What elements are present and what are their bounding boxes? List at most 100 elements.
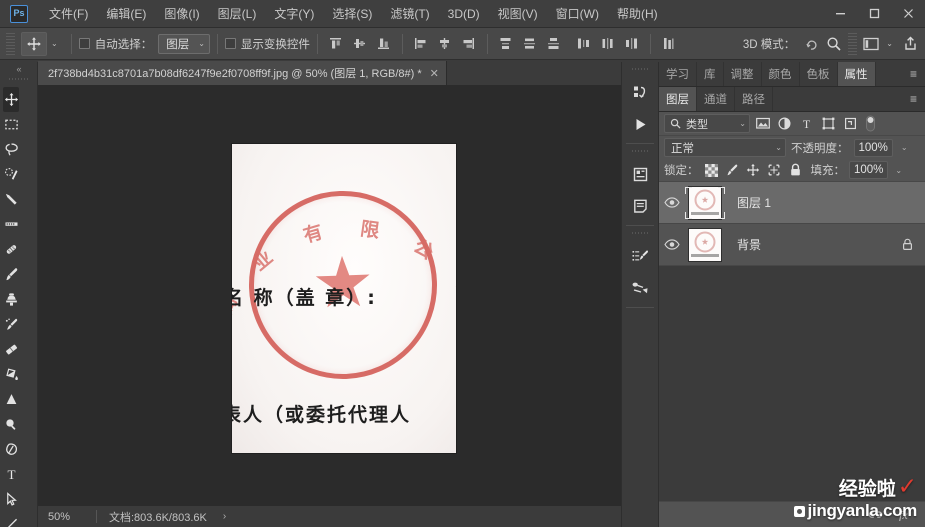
artboard[interactable]: 商 业 有 限 公 司 名 称（盖 章）: 表人（或委托代理人	[232, 144, 456, 453]
blur-tool-button[interactable]	[3, 387, 19, 412]
lock-image-pixels-button[interactable]	[724, 162, 741, 179]
libraries-panel-button[interactable]	[622, 158, 658, 190]
tab-layers[interactable]: 图层	[659, 87, 697, 111]
tool-preset-caret[interactable]: ⌄	[51, 39, 58, 48]
close-icon[interactable]: ✕	[430, 67, 439, 80]
layer-name-2[interactable]: 背景	[737, 236, 902, 253]
distribute-bottom-edges-button[interactable]	[543, 33, 565, 55]
auto-select-checkbox[interactable]	[78, 38, 90, 49]
crop-tool-button[interactable]	[3, 187, 19, 212]
layer-row-1[interactable]: 图层 1	[659, 182, 925, 224]
zoom-level-field[interactable]: 50%	[38, 511, 96, 523]
history-panel-button[interactable]	[622, 76, 658, 108]
document-tab[interactable]: 2f738bd4b31c8701a7b08df6247f9e2f0708ff9f…	[38, 61, 447, 85]
auto-select-target-dropdown[interactable]: 图层 ⌄	[158, 33, 210, 54]
tab-properties[interactable]: 属性	[837, 62, 876, 86]
path-selection-tool-button[interactable]	[3, 487, 19, 512]
filter-shape-button[interactable]	[819, 114, 838, 133]
clone-stamp-tool-button[interactable]	[3, 287, 19, 312]
tab-channels[interactable]: 通道	[697, 87, 735, 111]
align-vertical-centers-button[interactable]	[349, 33, 371, 55]
menu-filter[interactable]: 滤镜(T)	[381, 1, 438, 26]
canvas-area[interactable]: 商 业 有 限 公 司 名 称（盖 章）: 表人（或委托代理人	[38, 86, 621, 505]
filter-enable-toggle[interactable]	[865, 114, 876, 133]
brush-tool-button[interactable]	[3, 262, 19, 287]
tab-color[interactable]: 颜色	[762, 62, 800, 86]
fill-caret-icon[interactable]: ⌄	[895, 166, 902, 175]
rail-grip-3[interactable]	[632, 230, 648, 238]
distribute-top-edges-button[interactable]	[495, 33, 517, 55]
close-button[interactable]	[891, 0, 925, 28]
lock-position-button[interactable]	[745, 162, 762, 179]
blend-mode-dropdown[interactable]: 正常 ⌄	[664, 138, 786, 157]
layer-style-button[interactable]: fx	[897, 508, 913, 521]
eraser-tool-button[interactable]	[3, 337, 19, 362]
lock-artboard-nesting-button[interactable]	[766, 162, 783, 179]
menu-image[interactable]: 图像(I)	[155, 1, 208, 26]
rail-grip[interactable]	[632, 66, 648, 74]
options-bar-grip[interactable]	[6, 32, 15, 55]
distribute-vertical-centers-button[interactable]	[519, 33, 541, 55]
tab-libraries[interactable]: 库	[697, 62, 724, 86]
options-right-grip[interactable]	[848, 32, 858, 55]
minimize-button[interactable]	[823, 0, 857, 28]
menu-window[interactable]: 窗口(W)	[547, 1, 608, 26]
status-expand-arrow[interactable]: ›	[223, 511, 226, 522]
toolbar-collapse-button[interactable]: «	[0, 62, 37, 76]
menu-edit[interactable]: 编辑(E)	[97, 1, 155, 26]
show-transform-checkbox[interactable]	[224, 38, 236, 49]
filter-type-button[interactable]: T	[797, 114, 816, 133]
lasso-tool-button[interactable]	[3, 137, 19, 162]
menu-3d[interactable]: 3D(D)	[439, 3, 489, 25]
tab-learn[interactable]: 学习	[659, 62, 697, 86]
gradient-tool-button[interactable]	[3, 362, 19, 387]
line-shape-tool-button[interactable]	[3, 512, 19, 527]
brushes-panel-button[interactable]	[622, 272, 658, 304]
layer-visibility-toggle-1[interactable]	[659, 197, 685, 208]
screen-mode-button[interactable]	[860, 33, 882, 55]
quick-selection-tool-button[interactable]	[3, 162, 19, 187]
rail-grip-2[interactable]	[632, 148, 648, 156]
layer-row-2[interactable]: 背景	[659, 224, 925, 266]
align-left-edges-button[interactable]	[410, 33, 432, 55]
eyedropper-tool-button[interactable]	[3, 212, 19, 237]
horizontal-type-tool-button[interactable]: T	[3, 462, 19, 487]
screen-mode-caret[interactable]: ⌄	[886, 39, 893, 48]
lock-all-button[interactable]	[787, 162, 804, 179]
align-distribute-options-button[interactable]	[658, 33, 680, 55]
zoom-3d-button[interactable]	[823, 33, 845, 55]
link-layers-button[interactable]	[868, 509, 883, 520]
layer-name-1[interactable]: 图层 1	[737, 194, 925, 211]
menu-type[interactable]: 文字(Y)	[265, 1, 323, 26]
maximize-button[interactable]	[857, 0, 891, 28]
share-button[interactable]	[899, 33, 921, 55]
filter-adjustment-button[interactable]	[775, 114, 794, 133]
align-right-edges-button[interactable]	[458, 33, 480, 55]
tab-swatches[interactable]: 色板	[800, 62, 838, 86]
rotate-3d-button[interactable]	[801, 33, 823, 55]
menu-view[interactable]: 视图(V)	[489, 1, 547, 26]
distribute-left-edges-button[interactable]	[573, 33, 595, 55]
rectangular-marquee-tool-button[interactable]	[3, 112, 19, 137]
menu-select[interactable]: 选择(S)	[323, 1, 381, 26]
align-bottom-edges-button[interactable]	[373, 33, 395, 55]
layer-filter-type-dropdown[interactable]: 类型 ⌄	[664, 114, 750, 133]
distribute-horizontal-centers-button[interactable]	[597, 33, 619, 55]
filter-pixel-button[interactable]	[753, 114, 772, 133]
filter-smart-object-button[interactable]	[841, 114, 860, 133]
align-horizontal-centers-button[interactable]	[434, 33, 456, 55]
top-panel-menu-icon[interactable]: ≡	[902, 62, 925, 86]
notes-panel-button[interactable]	[622, 190, 658, 222]
menu-layer[interactable]: 图层(L)	[209, 1, 266, 26]
tab-adjustments[interactable]: 调整	[724, 62, 762, 86]
tab-paths[interactable]: 路径	[735, 87, 773, 111]
pen-tool-button[interactable]	[3, 437, 19, 462]
dodge-tool-button[interactable]	[3, 412, 19, 437]
opacity-input[interactable]: 100%	[853, 138, 893, 157]
brush-settings-panel-button[interactable]	[622, 240, 658, 272]
toolbar-grip[interactable]	[9, 76, 28, 84]
menu-help[interactable]: 帮助(H)	[608, 1, 667, 26]
current-tool-button[interactable]	[21, 31, 47, 56]
history-brush-tool-button[interactable]	[3, 312, 19, 337]
align-top-edges-button[interactable]	[325, 33, 347, 55]
